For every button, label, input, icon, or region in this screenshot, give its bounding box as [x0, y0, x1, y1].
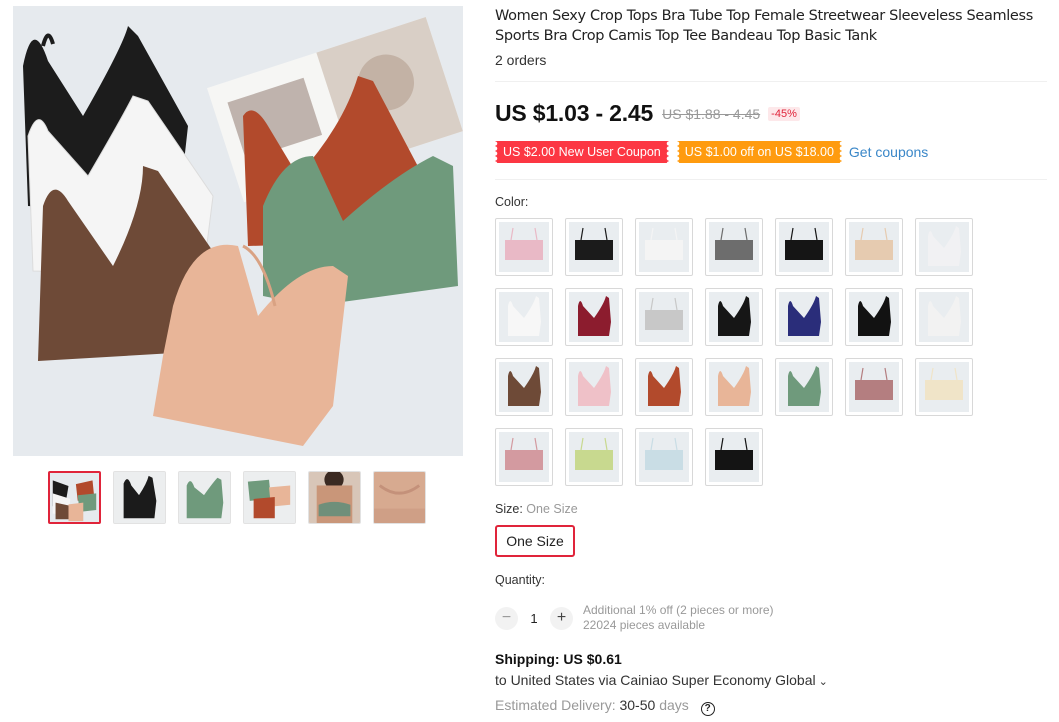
chevron-down-icon: ⌄	[818, 676, 828, 688]
color-swatch-nude-tube[interactable]	[845, 218, 903, 276]
swatch-image	[919, 222, 969, 272]
new-user-coupon[interactable]: US $2.00 New User Coupon	[495, 141, 669, 163]
thumbnail-2[interactable]	[113, 471, 166, 524]
divider	[495, 81, 1047, 82]
swatch-image	[919, 362, 969, 412]
swatch-image	[779, 362, 829, 412]
swatch-image	[779, 222, 829, 272]
delivery-unit: days	[659, 697, 689, 713]
color-swatch-navy-lace[interactable]	[775, 288, 833, 346]
color-swatch-white-cami[interactable]	[915, 218, 973, 276]
swatch-image	[849, 362, 899, 412]
price-row: US $1.03 - 2.45 US $1.88 - 4.45 -45%	[495, 100, 800, 127]
swatch-image	[709, 292, 759, 342]
color-swatch-wine-lace[interactable]	[565, 288, 623, 346]
selected-size: One Size	[526, 502, 578, 516]
color-swatch-pink-cami[interactable]	[565, 358, 623, 416]
coupon-row: US $2.00 New User Coupon US $1.00 off on…	[495, 141, 928, 163]
shipping-destination: to United States via Cainiao Super Econo…	[495, 672, 816, 688]
product-photo	[13, 6, 463, 456]
store-coupon[interactable]: US $1.00 off on US $18.00	[676, 141, 842, 163]
estimated-delivery: Estimated Delivery: 30-50 days ?	[495, 697, 715, 716]
thumbnail-6[interactable]	[373, 471, 426, 524]
quantity-input[interactable]: 1	[518, 611, 550, 626]
swatch-image	[569, 432, 619, 482]
current-price: US $1.03 - 2.45	[495, 100, 654, 126]
swatch-image	[569, 292, 619, 342]
color-swatch-black-tube[interactable]	[565, 218, 623, 276]
color-swatch-dusty-pink-tube[interactable]	[495, 428, 553, 486]
delivery-label: Estimated Delivery:	[495, 697, 616, 713]
swatch-image	[569, 362, 619, 412]
color-swatch-black-cami[interactable]	[845, 288, 903, 346]
swatch-image	[499, 222, 549, 272]
quantity-label: Quantity:	[495, 573, 546, 587]
color-swatch-green-cami[interactable]	[775, 358, 833, 416]
color-swatch-black-bandeau[interactable]	[775, 218, 833, 276]
thumbnail-strip	[48, 471, 468, 525]
color-swatch-black-lace[interactable]	[705, 288, 763, 346]
swatch-image	[639, 432, 689, 482]
stock-available: 22024 pieces available	[583, 618, 706, 632]
swatch-image	[919, 292, 969, 342]
product-title: Women Sexy Crop Tops Bra Tube Top Female…	[495, 8, 1033, 44]
quantity-stepper: − 1 + Additional 1% off (2 pieces or mor…	[495, 603, 774, 633]
color-swatch-rose-ribbed[interactable]	[845, 358, 903, 416]
size-label: Size: One Size	[495, 502, 578, 516]
swatch-image	[499, 292, 549, 342]
size-option-one-size[interactable]: One Size	[495, 525, 575, 557]
color-swatch-pink-tube[interactable]	[495, 218, 553, 276]
main-product-image[interactable]	[13, 6, 463, 456]
shipping-method-selector[interactable]: to United States via Cainiao Super Econo…	[495, 672, 828, 688]
color-swatch-white-lace[interactable]	[495, 288, 553, 346]
color-swatch-brown-cami[interactable]	[495, 358, 553, 416]
discount-badge: -45%	[768, 106, 800, 121]
color-swatch-beige-tube[interactable]	[915, 358, 973, 416]
divider	[495, 179, 1047, 180]
color-swatch-rust-cami[interactable]	[635, 358, 693, 416]
quantity-note: Additional 1% off (2 pieces or more) 220…	[583, 603, 774, 633]
thumbnail-5[interactable]	[308, 471, 361, 524]
thumbnail-1[interactable]	[48, 471, 101, 524]
swatch-image	[709, 432, 759, 482]
swatch-image	[639, 222, 689, 272]
orders-count: 2 orders	[495, 52, 547, 68]
bulk-discount-note: Additional 1% off (2 pieces or more)	[583, 603, 774, 617]
swatch-image	[569, 222, 619, 272]
shipping-price: Shipping: US $0.61	[495, 651, 622, 667]
color-swatch-apricot-cami[interactable]	[705, 358, 763, 416]
swatch-image	[709, 362, 759, 412]
swatch-image	[849, 222, 899, 272]
color-swatch-lime-tube[interactable]	[565, 428, 623, 486]
delivery-days: 30-50	[619, 697, 656, 713]
color-swatch-gray-tube[interactable]	[705, 218, 763, 276]
color-swatch-white-tube[interactable]	[635, 218, 693, 276]
increase-quantity-button[interactable]: +	[550, 606, 573, 630]
thumbnail-3[interactable]	[178, 471, 231, 524]
color-label: Color:	[495, 195, 529, 209]
swatch-image	[639, 362, 689, 412]
color-swatch-white-v-cami[interactable]	[915, 288, 973, 346]
swatch-image	[709, 222, 759, 272]
color-swatch-light-gray-tube[interactable]	[635, 288, 693, 346]
swatch-image	[499, 432, 549, 482]
swatch-image	[499, 362, 549, 412]
thumbnail-4[interactable]	[243, 471, 296, 524]
size-label-text: Size:	[495, 502, 523, 516]
color-swatch-black-strap-tube[interactable]	[705, 428, 763, 486]
original-price: US $1.88 - 4.45	[662, 105, 761, 122]
color-swatch-ice-blue-tube[interactable]	[635, 428, 693, 486]
swatch-image	[779, 292, 829, 342]
swatch-image	[639, 292, 689, 342]
swatch-image	[849, 292, 899, 342]
decrease-quantity-button[interactable]: −	[495, 606, 518, 630]
help-icon[interactable]: ?	[700, 702, 715, 716]
get-coupons-link[interactable]: Get coupons	[849, 144, 928, 160]
